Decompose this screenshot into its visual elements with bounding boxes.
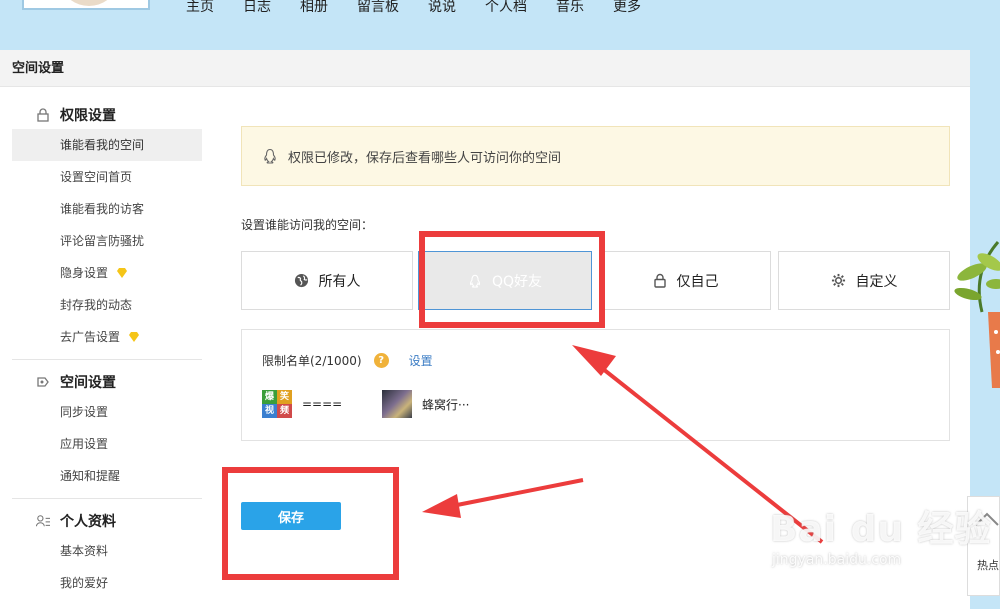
plant-decoration bbox=[954, 241, 1000, 388]
watermark-url: jingyan.baidu.com bbox=[772, 552, 902, 568]
arrow-to-save bbox=[422, 478, 584, 518]
baidu-jingyan-watermark: Bai du 经验 jingyan.baidu.com bbox=[770, 500, 992, 568]
watermark-logo: Bai du 经验 bbox=[770, 509, 992, 550]
